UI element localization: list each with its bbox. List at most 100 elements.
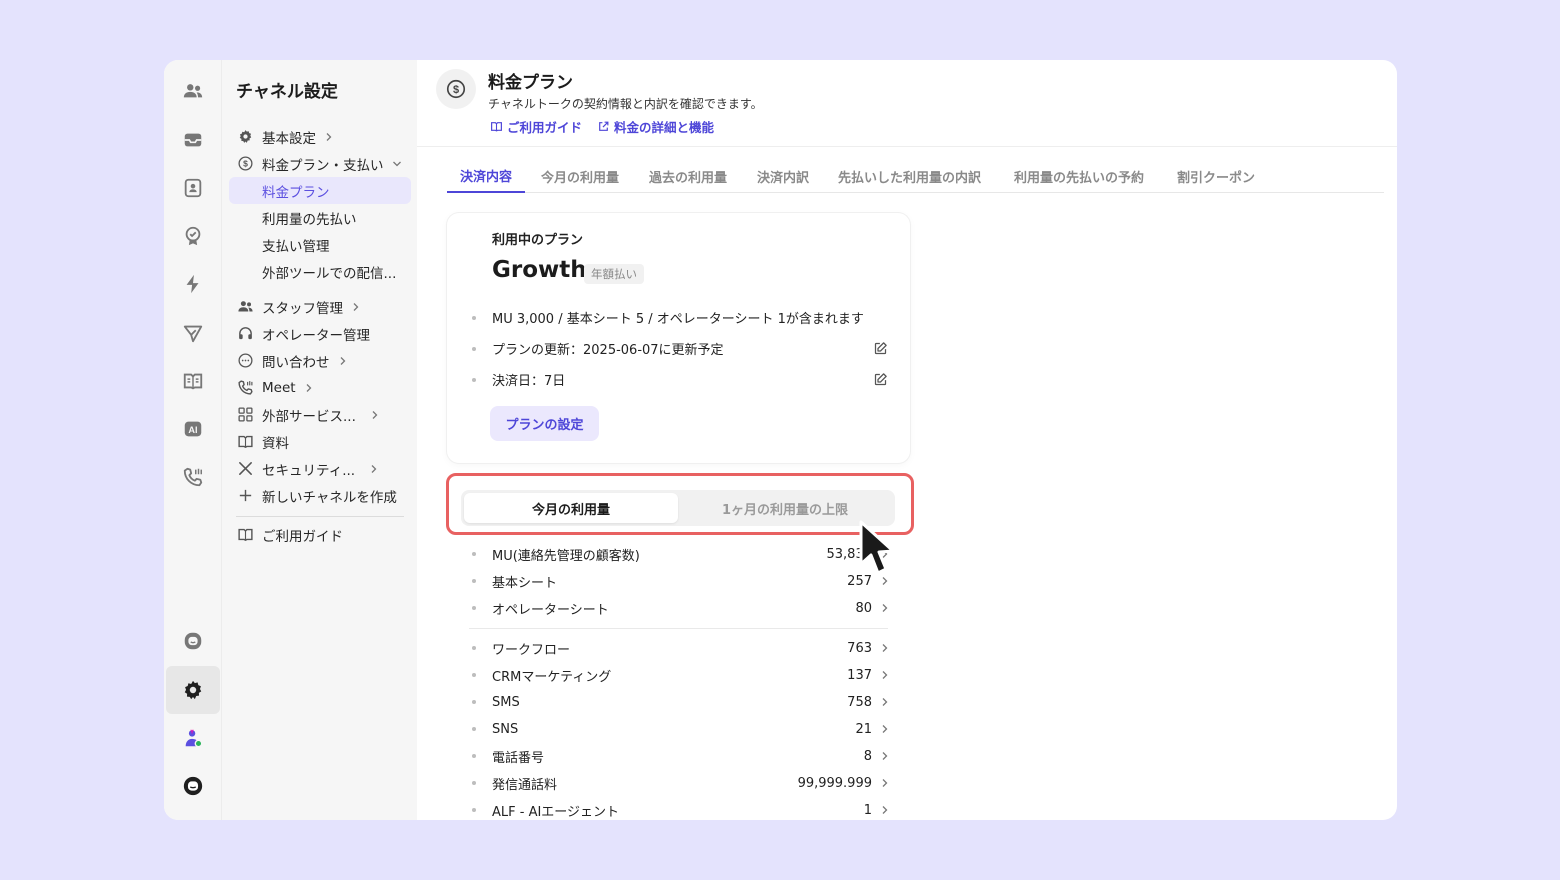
usage-divider — [469, 628, 888, 629]
chevron-right-icon — [882, 698, 888, 706]
usage-row[interactable]: ALF - AIエージェント 1 — [472, 799, 890, 820]
plan-billing-day: 決済日：7日 — [472, 370, 565, 389]
usage-row[interactable]: MU(連絡先管理の顧客数) 53,837 — [472, 543, 890, 565]
mouse-cursor-icon — [859, 520, 895, 575]
sidebar-item-label: ご利用ガイド — [262, 528, 343, 545]
contacts-icon[interactable] — [173, 168, 213, 208]
sidebar-item-label: 利用量の先払い — [262, 211, 357, 228]
usage-row[interactable]: ワークフロー 763 — [472, 637, 890, 659]
phone-icon — [236, 379, 254, 397]
highlight-box — [446, 473, 914, 535]
sidebar-item-billing[interactable]: $ 料金プラン・支払い — [229, 150, 411, 177]
chevron-right-icon — [340, 356, 345, 365]
sidebar-item-external-services[interactable]: 外部サービス... — [229, 401, 411, 428]
sidebar-item-label: スタッフ管理 — [262, 300, 343, 317]
sidebar-item-staff[interactable]: スタッフ管理 — [229, 293, 411, 320]
usage-row[interactable]: 発信通話料 99,999.999 — [472, 772, 890, 794]
grid-icon — [236, 406, 254, 424]
plan-settings-button[interactable]: プランの設定 — [490, 406, 599, 441]
people-icon[interactable] — [173, 71, 213, 111]
edit-icon[interactable] — [873, 372, 888, 387]
plan-name: Growth — [492, 257, 587, 283]
sidebar-item-security[interactable]: セキュリティ... — [229, 455, 411, 482]
chat-icon — [236, 352, 254, 370]
sidebar-title: チャネル設定 — [236, 82, 338, 102]
app-window: AI チャネル設定 基本設定 $ 料金プラン・支払い 料金プラン 利用量の先払い… — [164, 60, 1397, 820]
sidebar-item-resources[interactable]: 資料 — [229, 428, 411, 455]
chevron-down-icon — [392, 161, 401, 166]
sidebar-item-label: 料金プラン・支払い — [262, 157, 384, 174]
chevron-right-icon — [882, 752, 888, 760]
svg-text:AI: AI — [188, 425, 197, 435]
sidebar-item-pricing-plan[interactable]: 料金プラン — [229, 177, 411, 204]
chevron-right-icon — [882, 725, 888, 733]
book-icon — [491, 122, 502, 132]
tab-prepay-reservation[interactable]: 利用量の先払いの予約 — [1001, 160, 1157, 193]
tab-bar: 決済内容 今月の利用量 過去の利用量 決済内訳 先払いした利用量の内訳 利用量の… — [447, 160, 1384, 193]
tab-prepaid-breakdown[interactable]: 先払いした利用量の内訳 — [825, 160, 994, 193]
external-link-icon — [599, 121, 609, 131]
usage-row[interactable]: オペレーターシート 80 — [472, 597, 890, 619]
chevron-right-icon — [372, 410, 378, 419]
page-description: チャネルトークの契約情報と内訳を確認できます。 — [488, 97, 763, 111]
usage-row[interactable]: 電話番号 8 — [472, 745, 890, 767]
header-divider — [417, 146, 1397, 147]
book-icon[interactable] — [173, 361, 213, 401]
usage-row[interactable]: 基本シート 257 — [472, 570, 890, 592]
sidebar-item-label: 外部サービス... — [262, 408, 356, 425]
sidebar-item-guide[interactable]: ご利用ガイド — [229, 521, 411, 548]
badge-icon[interactable] — [173, 216, 213, 256]
sidebar-item-label: 外部ツールでの配信... — [262, 265, 397, 282]
pricing-details-link[interactable]: 料金の詳細と機能 — [597, 117, 714, 136]
gear-icon[interactable] — [166, 666, 220, 714]
book-icon — [236, 433, 254, 451]
tab-discount-coupons[interactable]: 割引クーポン — [1164, 160, 1268, 193]
sidebar-item-label: 資料 — [262, 435, 289, 452]
people-icon — [236, 298, 254, 316]
chat-bubble-icon[interactable] — [173, 621, 213, 661]
inbox-icon[interactable] — [173, 120, 213, 160]
chevron-right-icon — [371, 464, 377, 473]
tab-payment-breakdown[interactable]: 決済内訳 — [744, 160, 822, 193]
chevron-right-icon — [882, 806, 888, 814]
chevron-right-icon — [882, 671, 888, 679]
gear-icon — [236, 128, 254, 146]
phone-icon[interactable] — [173, 457, 213, 497]
sidebar-item-payment-management[interactable]: 支払い管理 — [229, 231, 411, 258]
channel-logo-icon[interactable] — [173, 766, 213, 806]
sidebar-item-label: Meet — [262, 379, 296, 396]
bolt-icon[interactable] — [173, 264, 213, 304]
usage-row[interactable]: SNS 21 — [472, 718, 890, 740]
edit-icon[interactable] — [873, 341, 888, 356]
sidebar-item-external-delivery[interactable]: 外部ツールでの配信... — [229, 258, 411, 285]
sidebar-item-prepayment[interactable]: 利用量の先払い — [229, 204, 411, 231]
send-icon[interactable] — [173, 313, 213, 353]
page-title: 料金プラン — [488, 73, 573, 93]
plan-included-seats: MU 3,000 / 基本シート 5 / オペレーターシート 1が含まれます — [472, 308, 864, 327]
headset-icon — [236, 325, 254, 343]
sidebar-item-label: オペレーター管理 — [262, 327, 370, 344]
sidebar-item-inquiries[interactable]: 問い合わせ — [229, 347, 411, 374]
chevron-right-icon — [353, 302, 359, 311]
plus-icon — [236, 487, 254, 505]
avatar-icon[interactable] — [173, 718, 213, 758]
sidebar-item-label: 基本設定 — [262, 130, 316, 147]
book-icon — [236, 526, 254, 544]
sidebar-item-new-channel[interactable]: 新しいチャネルを作成 — [229, 482, 411, 509]
guide-link[interactable]: ご利用ガイド — [490, 117, 582, 136]
usage-row[interactable]: SMS 758 — [472, 691, 890, 713]
tab-payment-details[interactable]: 決済内容 — [447, 160, 526, 193]
plan-renewal: プランの更新：2025-06-07に更新予定 — [472, 339, 724, 358]
sidebar-item-label: 支払い管理 — [262, 238, 330, 255]
icon-rail: AI — [164, 60, 222, 820]
ai-icon[interactable]: AI — [173, 409, 213, 449]
tools-icon — [236, 460, 254, 478]
billing-cycle-badge: 年額払い — [584, 264, 644, 284]
sidebar-item-meet[interactable]: Meet — [229, 374, 411, 401]
sidebar-item-operators[interactable]: オペレーター管理 — [229, 320, 411, 347]
tab-this-month-usage[interactable]: 今月の利用量 — [528, 160, 632, 193]
tab-past-usage[interactable]: 過去の利用量 — [636, 160, 740, 193]
usage-row[interactable]: CRMマーケティング 137 — [472, 664, 890, 686]
dollar-icon: $ — [436, 69, 476, 109]
sidebar-item-basic-settings[interactable]: 基本設定 — [229, 123, 411, 150]
